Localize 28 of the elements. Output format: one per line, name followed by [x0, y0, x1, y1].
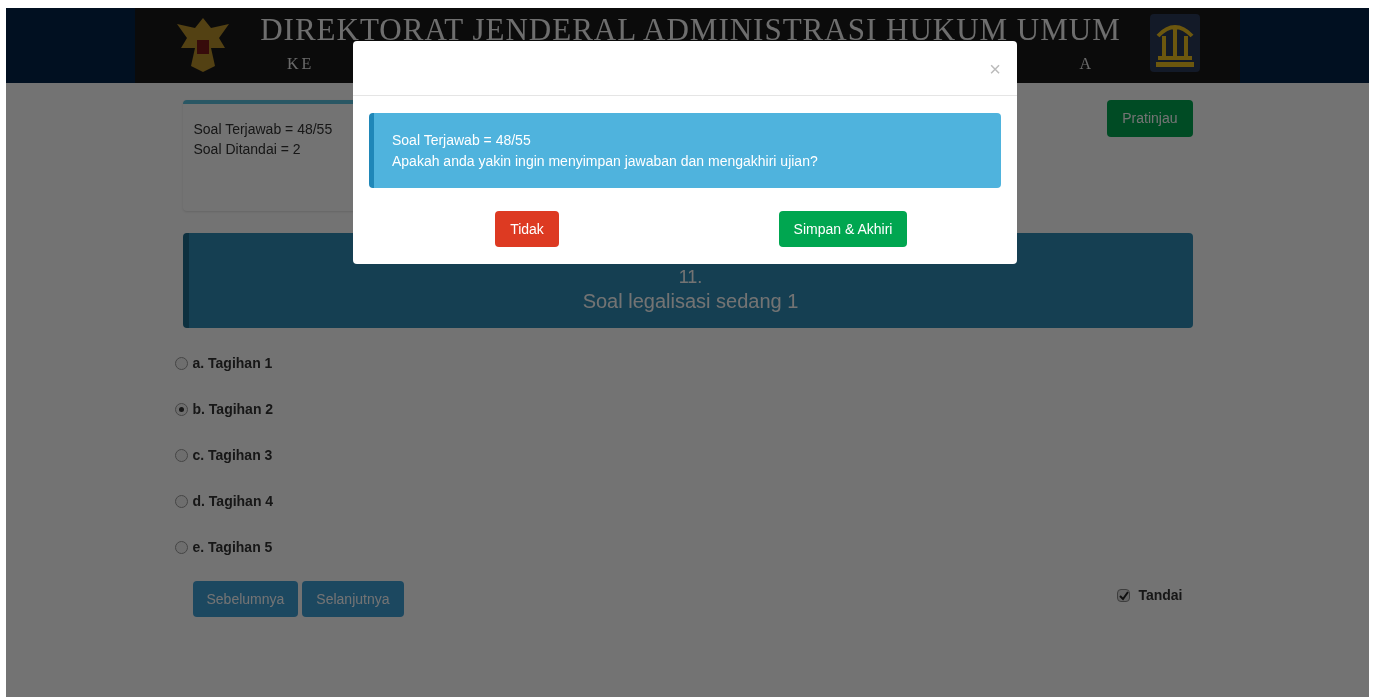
close-button[interactable]: ×	[989, 59, 1001, 79]
radio-button[interactable]	[174, 540, 188, 554]
summary-line: Soal Terjawab = 48/55	[193, 120, 333, 139]
header-subtitle: KE	[287, 54, 315, 74]
option-label: d. Tagihan 4	[192, 491, 274, 511]
alert-line: Apakah anda yakin ingin menyimpan jawaban dan mengakhiri ujian?	[392, 151, 819, 171]
cancel-button[interactable]: Tidak	[495, 211, 559, 247]
mark-label: Tandai	[1138, 586, 1183, 605]
confirm-button[interactable]: Simpan & Akhiri	[778, 211, 908, 247]
radio-button[interactable]	[174, 494, 188, 508]
previous-button[interactable]: Sebelumnya	[192, 581, 299, 617]
radio-button[interactable]	[174, 356, 188, 370]
preview-button[interactable]: Pratinjau	[1107, 100, 1193, 137]
option-label: a. Tagihan 1	[192, 353, 273, 373]
question-number: 11.	[678, 267, 703, 287]
radio-button[interactable]	[174, 402, 188, 416]
checkbox[interactable]	[1117, 589, 1131, 602]
header-subtitle: A	[1079, 54, 1094, 74]
option-label: e. Tagihan 5	[192, 537, 273, 557]
logo-icon	[1150, 14, 1200, 72]
summary-line: Soal Ditandai = 2	[193, 140, 301, 159]
option-label: b. Tagihan 2	[192, 399, 274, 419]
alert-line: Soal Terjawab = 48/55	[392, 130, 532, 150]
header-title: DIREKTORAT JENDERAL ADMINISTRASI HUKUM UMUM	[260, 16, 1121, 44]
radio-button[interactable]	[174, 448, 188, 462]
option-label: c. Tagihan 3	[192, 445, 273, 465]
question-text: Soal legalisasi sedang 1	[582, 289, 799, 314]
next-button[interactable]: Selanjutnya	[302, 581, 404, 617]
